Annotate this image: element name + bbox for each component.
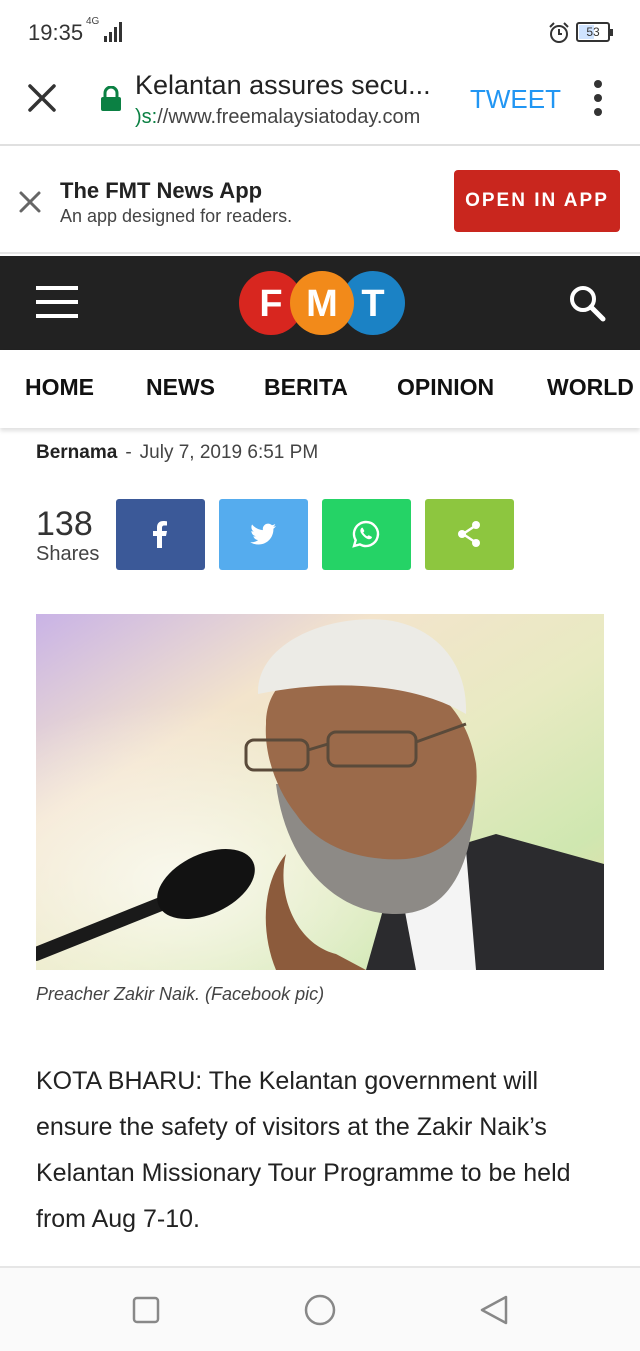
article-image [36,614,604,970]
share-icon [458,521,480,547]
dismiss-banner-icon[interactable] [18,190,42,214]
app-banner: The FMT News App An app designed for rea… [0,148,640,254]
twitter-icon [250,523,276,545]
nav-berita[interactable]: BERITA [264,374,348,401]
site-header: F M T [0,256,640,350]
nav-opinion[interactable]: OPINION [397,374,494,401]
system-nav-bar [0,1266,640,1351]
svg-text:M: M [306,283,338,325]
url-scheme: )s: [135,106,158,128]
byline-separator: - [125,442,132,463]
fmt-logo[interactable]: F M T [238,270,406,336]
alarm-icon [549,22,569,43]
app-banner-subtitle: An app designed for readers. [60,206,293,226]
whatsapp-icon [352,520,380,548]
publish-date: July 7, 2019 6:51 PM [139,442,319,463]
byline: Bernama - July 7, 2019 6:51 PM [36,442,318,464]
facebook-share-button[interactable] [116,499,205,570]
twitter-share-button[interactable] [219,499,308,570]
home-circle-icon[interactable] [304,1294,336,1326]
recent-apps-icon[interactable] [130,1294,162,1326]
tweet-button[interactable]: TWEET [470,84,561,115]
article-body: KOTA BHARU: The Kelantan government will… [36,1067,571,1233]
section-nav: HOME NEWS BERITA OPINION WORLD [0,350,640,428]
search-icon[interactable] [568,284,606,322]
status-bar: 19:35 4G 53 [0,0,640,64]
back-triangle-icon[interactable] [478,1294,510,1326]
share-count-number: 138 [36,505,93,543]
open-in-app-button[interactable]: OPEN IN APP [454,170,620,232]
whatsapp-share-button[interactable] [322,499,411,570]
browser-toolbar: Kelantan assures secu... )s://www.freema… [0,64,640,146]
lock-icon [101,86,121,111]
more-options-icon[interactable] [588,78,608,118]
photo-caption: Preacher Zakir Naik. (Facebook pic) [36,984,325,1004]
url-host: //www.freemalaysiatoday.com [157,106,421,128]
battery-indicator: 53 [576,22,613,42]
page-title: Kelantan assures secu... [135,70,431,100]
signal-icon [104,22,122,42]
status-time: 19:35 [28,20,84,45]
close-icon[interactable] [26,82,58,114]
battery-level: 53 [586,25,600,39]
generic-share-button[interactable] [425,499,514,570]
article-photo[interactable] [36,614,604,970]
share-count-label: Shares [36,543,100,565]
menu-icon[interactable] [36,284,78,320]
facebook-icon [153,521,167,548]
page-url: )s://www.freemalaysiatoday.com [135,106,455,129]
author-link[interactable]: Bernama [36,442,117,463]
app-banner-title: The FMT News App [60,178,263,203]
nav-world[interactable]: WORLD [547,374,634,401]
svg-text:T: T [361,283,384,325]
nav-news[interactable]: NEWS [146,374,215,401]
nav-home[interactable]: HOME [25,374,94,401]
share-count: 138 Shares [36,505,99,566]
svg-text:F: F [259,283,282,325]
network-type: 4G [86,16,100,27]
